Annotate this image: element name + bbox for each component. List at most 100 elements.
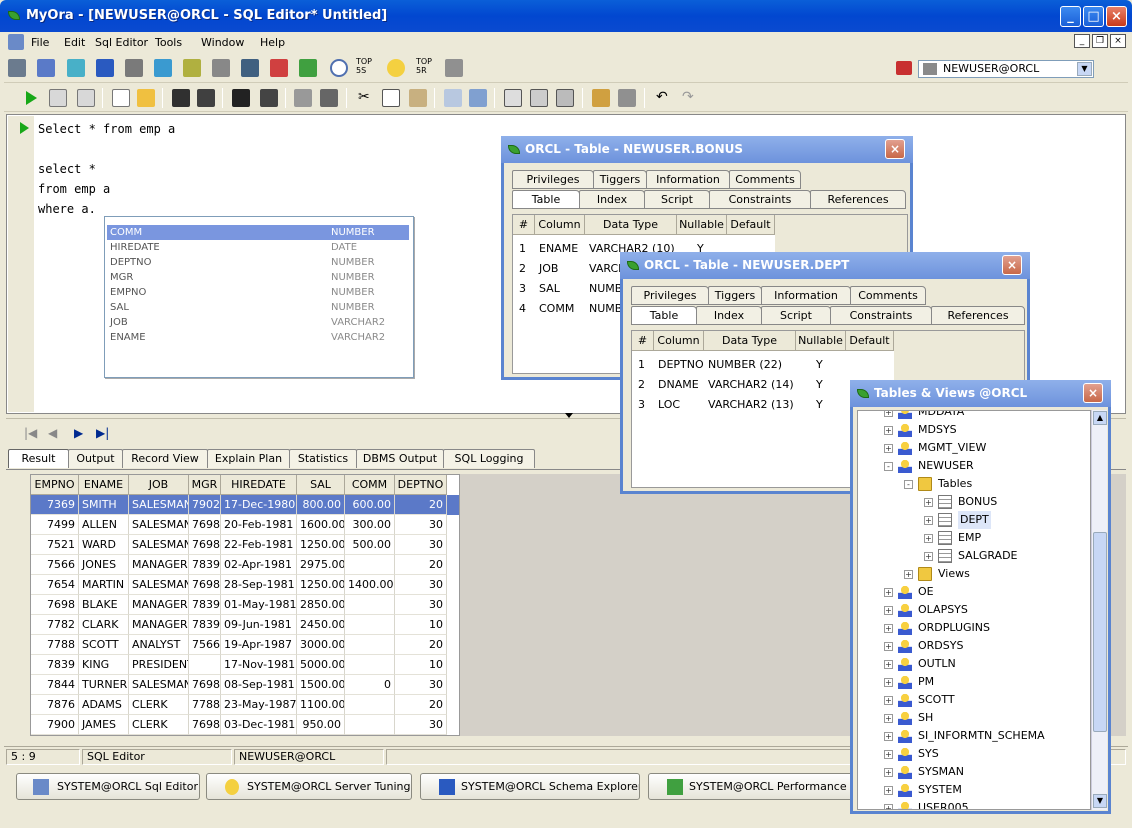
expand-icon[interactable]: + (884, 606, 893, 615)
table-cell[interactable]: SALESMAN (129, 675, 189, 695)
table-cell[interactable]: 17-Dec-1980 (221, 495, 297, 515)
table-row[interactable]: 7521 WARD SALESMAN 7698 22-Feb-1981 1250.00 50… (31, 535, 459, 555)
editor-line[interactable]: where a. (38, 202, 96, 216)
table-cell[interactable]: 7566 (31, 555, 79, 575)
mdi-minimize-button[interactable]: _ (1074, 34, 1090, 48)
expand-icon[interactable]: + (884, 750, 893, 759)
table-cell[interactable]: Y (816, 355, 823, 375)
disconnect-icon[interactable] (896, 61, 912, 75)
table-cell[interactable]: ENAME (539, 239, 578, 259)
tab-dbms-output[interactable]: DBMS Output (356, 449, 444, 468)
table-cell[interactable]: WARD (79, 535, 129, 555)
table-cell[interactable]: 20 (395, 635, 447, 655)
autocomplete-item[interactable]: EMPNO NUMBER (107, 285, 409, 300)
schema-explorer-icon[interactable] (96, 59, 114, 77)
table-cell[interactable]: 20 (395, 495, 447, 515)
table-row[interactable]: 7788 SCOTT ANALYST 7566 19-Apr-1987 3000.00 20 (31, 635, 459, 655)
table-cell[interactable]: 19-Apr-1987 (221, 635, 297, 655)
column-header[interactable]: Data Type (704, 331, 796, 351)
table-cell[interactable]: 2 (638, 375, 645, 395)
table-cell[interactable]: 2450.00 (297, 615, 345, 635)
table-cell[interactable]: 7839 (189, 595, 221, 615)
table-cell[interactable]: KING (79, 655, 129, 675)
table-cell[interactable]: SMITH (79, 495, 129, 515)
last-record-icon[interactable]: ▶| (96, 426, 109, 440)
table-cell[interactable]: COMM (539, 299, 574, 319)
tree-node-views[interactable]: + Views (858, 565, 1090, 583)
table-cell[interactable]: VARCHAR2 (13) (708, 395, 794, 415)
table-cell[interactable]: MANAGER (129, 615, 189, 635)
table-cell[interactable]: 1250.00 (297, 535, 345, 555)
table-cell[interactable]: 7782 (31, 615, 79, 635)
prev-record-icon[interactable]: ◀ (48, 426, 57, 440)
expand-icon[interactable]: + (884, 714, 893, 723)
tab-record-view[interactable]: Record View (122, 449, 208, 468)
tree-node-sys[interactable]: + SYS (858, 745, 1090, 763)
tab-sql-logging[interactable]: SQL Logging (443, 449, 535, 468)
table-cell[interactable]: 500.00 (345, 535, 395, 555)
open-folder-icon[interactable] (137, 89, 155, 107)
table-cell[interactable]: 4 (519, 299, 526, 319)
tree-node-emp[interactable]: + EMP (858, 529, 1090, 547)
top5s-icon[interactable]: TOP 5S (356, 57, 372, 75)
table-cell[interactable]: 7369 (31, 495, 79, 515)
tab-references[interactable]: References (931, 306, 1025, 325)
expand-icon[interactable]: + (924, 516, 933, 525)
rollback-icon[interactable] (618, 89, 636, 107)
save-icon[interactable] (172, 89, 190, 107)
table-cell[interactable]: 20-Feb-1981 (221, 515, 297, 535)
table-cell[interactable]: CLERK (129, 695, 189, 715)
editor-line[interactable]: Select * from emp a (38, 122, 175, 136)
tab-output[interactable]: Output (68, 449, 123, 468)
table-cell[interactable] (345, 695, 395, 715)
refresh-icon[interactable] (469, 89, 487, 107)
database-icon[interactable] (154, 59, 172, 77)
column-header[interactable]: Column (535, 215, 585, 235)
menu-window[interactable]: Window (201, 36, 244, 49)
table-cell[interactable]: 30 (395, 675, 447, 695)
table-cell[interactable]: ANALYST (129, 635, 189, 655)
tab-constraints[interactable]: Constraints (709, 190, 811, 209)
collapse-icon[interactable]: - (904, 480, 913, 489)
expand-icon[interactable]: + (884, 411, 893, 417)
table-cell[interactable]: 600.00 (345, 495, 395, 515)
tree-node-ordsys[interactable]: + ORDSYS (858, 637, 1090, 655)
table-cell[interactable]: 10 (395, 655, 447, 675)
table-cell[interactable]: 7499 (31, 515, 79, 535)
table-cell[interactable]: 7654 (31, 575, 79, 595)
table-cell[interactable]: MANAGER (129, 555, 189, 575)
storage-icon[interactable] (212, 59, 230, 77)
table-cell[interactable] (345, 715, 395, 735)
table-cell[interactable]: 30 (395, 515, 447, 535)
replace-icon[interactable] (260, 89, 278, 107)
grid-column-header[interactable]: SAL (297, 475, 345, 495)
grid-column-header[interactable]: HIREDATE (221, 475, 297, 495)
table-cell[interactable]: TURNER (79, 675, 129, 695)
tree-node-dept[interactable]: + DEPT (858, 511, 1090, 529)
table-cell[interactable]: Y (816, 375, 823, 395)
tree-node-bonus[interactable]: + BONUS (858, 493, 1090, 511)
execute-sql-icon[interactable] (49, 89, 67, 107)
table-row[interactable]: 7782 CLARK MANAGER 7839 09-Jun-1981 2450.00 10 (31, 615, 459, 635)
save-as-icon[interactable] (197, 89, 215, 107)
table-cell[interactable]: JONES (79, 555, 129, 575)
network-icon[interactable] (125, 59, 143, 77)
close-icon[interactable]: × (1083, 383, 1103, 403)
tree-node-ordplugins[interactable]: + ORDPLUGINS (858, 619, 1090, 637)
table-cell[interactable]: 3000.00 (297, 635, 345, 655)
grid-column-header[interactable]: JOB (129, 475, 189, 495)
tablespace-icon[interactable] (241, 59, 259, 77)
table-row[interactable]: 7566 JONES MANAGER 7839 02-Apr-1981 2975.00 20 (31, 555, 459, 575)
bulb-icon[interactable] (387, 59, 405, 77)
table-cell[interactable]: 7839 (189, 615, 221, 635)
commit-icon[interactable] (592, 89, 610, 107)
editor-line[interactable]: select * (38, 162, 96, 176)
table-cell[interactable]: 7900 (31, 715, 79, 735)
mdi-close-button[interactable]: × (1110, 34, 1126, 48)
tree-node-outln[interactable]: + OUTLN (858, 655, 1090, 673)
print-icon[interactable] (320, 89, 338, 107)
table-cell[interactable]: 800.00 (297, 495, 345, 515)
column-header[interactable]: Column (654, 331, 704, 351)
table-cell[interactable]: 30 (395, 575, 447, 595)
grid-column-header[interactable]: MGR (189, 475, 221, 495)
